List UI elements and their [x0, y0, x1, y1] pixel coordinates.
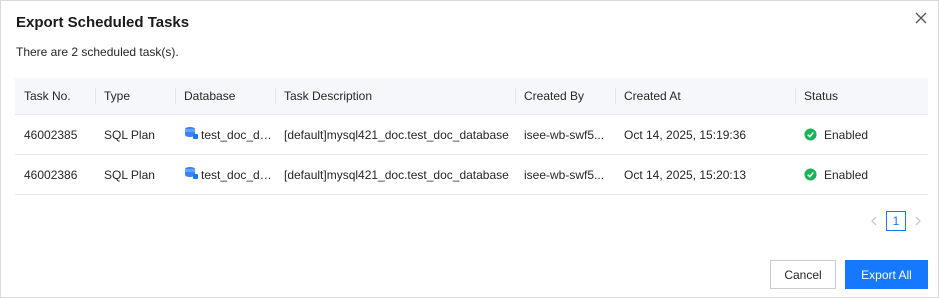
cell-task-no: 46002385	[24, 127, 78, 142]
database-icon	[185, 166, 198, 179]
pagination: 1	[868, 211, 924, 231]
cell-type: SQL Plan	[104, 167, 155, 182]
cell-status: Enabled	[795, 155, 928, 194]
header-created-at: Created At	[615, 78, 795, 114]
cell-created-at: Oct 14, 2025, 15:19:36	[624, 127, 747, 142]
check-circle-icon	[804, 168, 817, 181]
cell-task-no: 46002386	[24, 167, 78, 182]
export-all-button[interactable]: Export All	[845, 260, 928, 289]
header-task-no: Task No.	[24, 89, 71, 103]
database-name: test_doc_dat...	[201, 127, 275, 142]
header-created-by: Created By	[515, 78, 615, 114]
database-icon	[185, 126, 198, 139]
cell-task-description: [default]mysql421_doc.test_doc_database	[284, 167, 509, 182]
table-row: 46002386 SQL Plan test_doc_dat... [defau…	[15, 155, 928, 195]
cell-created-by: isee-wb-swf5...	[515, 115, 615, 154]
created-by-text: isee-wb-swf5...	[524, 167, 605, 182]
cell-created-at: Oct 14, 2025, 15:20:13	[624, 167, 747, 182]
database-name: test_doc_dat...	[201, 167, 275, 182]
header-status: Status	[795, 78, 928, 114]
created-by-text: isee-wb-swf5...	[524, 127, 605, 142]
page-number-button[interactable]: 1	[886, 211, 906, 231]
cell-status: Enabled	[795, 115, 928, 154]
cell-type: SQL Plan	[104, 127, 155, 142]
cell-database: test_doc_dat...	[175, 155, 275, 194]
cell-task-description: [default]mysql421_doc.test_doc_database	[284, 127, 509, 142]
header-task-description: Task Description	[275, 78, 515, 114]
header-database: Database	[175, 78, 275, 114]
status-text: Enabled	[824, 127, 869, 142]
export-scheduled-tasks-dialog: Export Scheduled Tasks There are 2 sched…	[0, 0, 939, 298]
dialog-title: Export Scheduled Tasks	[16, 14, 190, 31]
chevron-left-icon[interactable]	[868, 211, 880, 231]
header-type: Type	[95, 78, 175, 114]
close-icon[interactable]	[910, 7, 932, 29]
cell-database: test_doc_dat...	[175, 115, 275, 154]
task-count-summary: There are 2 scheduled task(s).	[16, 45, 179, 59]
cell-created-by: isee-wb-swf5...	[515, 155, 615, 194]
table-row: 46002385 SQL Plan test_doc_dat... [defau…	[15, 115, 928, 155]
cancel-button[interactable]: Cancel	[770, 260, 836, 289]
table-header: Task No. Type Database Task Description …	[15, 78, 928, 115]
tasks-table: Task No. Type Database Task Description …	[15, 78, 928, 195]
check-circle-icon	[804, 128, 817, 141]
chevron-right-icon[interactable]	[912, 211, 924, 231]
status-text: Enabled	[824, 167, 869, 182]
